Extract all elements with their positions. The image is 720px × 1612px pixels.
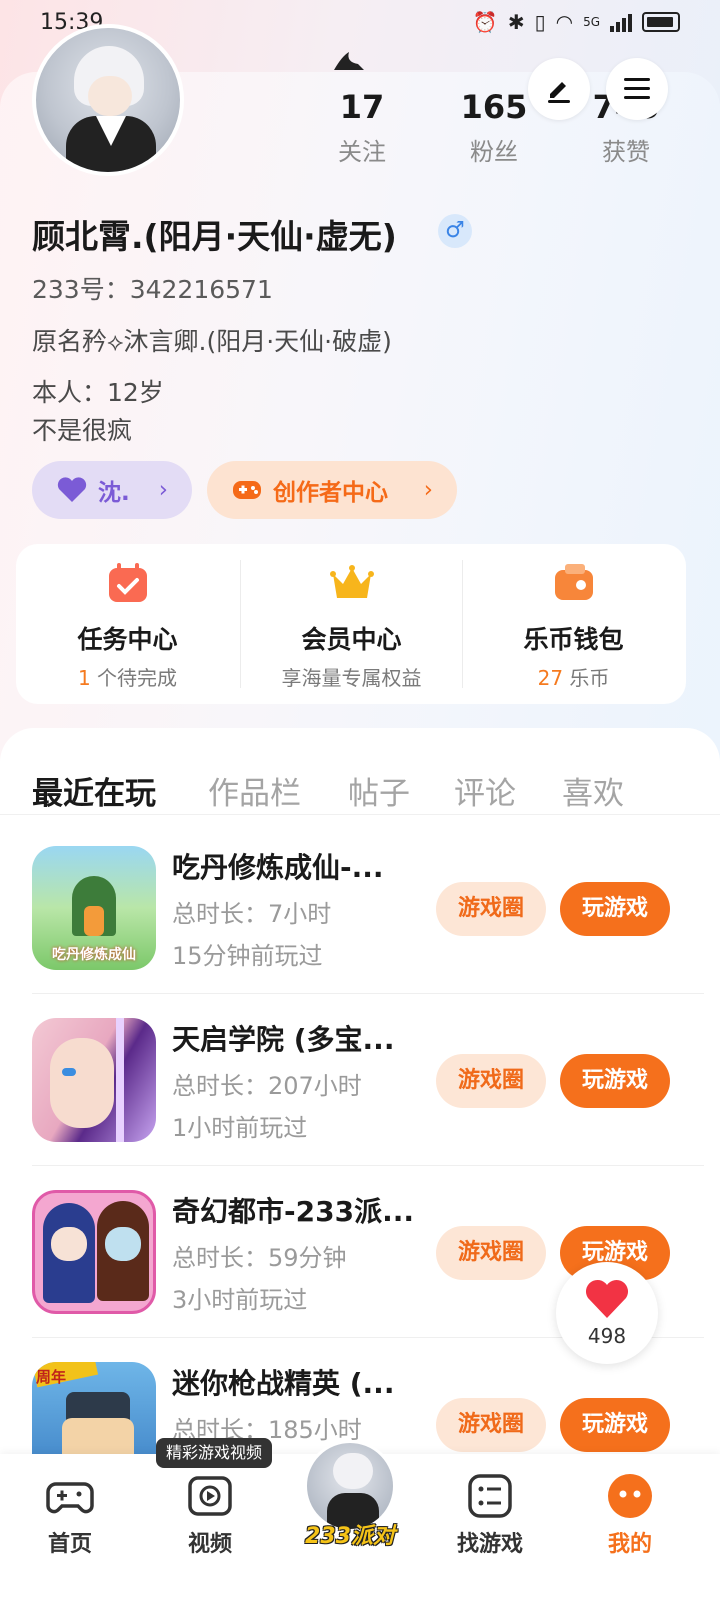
likes-label: 获赞 — [602, 138, 650, 166]
vip-center-subtitle: 享海量专属权益 — [281, 666, 422, 690]
tab-comments[interactable]: 评论 — [454, 768, 516, 813]
nav-me[interactable]: 我的 — [570, 1472, 690, 1558]
nav-home-label: 首页 — [47, 1532, 92, 1557]
alarm-icon: ⏰ — [472, 10, 498, 34]
gamepad-icon — [233, 481, 261, 499]
play-game-button[interactable]: 玩游戏 — [560, 1054, 670, 1108]
relationship-tag-label: 沈. — [98, 480, 130, 506]
wallet-icon — [554, 564, 593, 600]
game-circle-button[interactable]: 游戏圈 — [436, 882, 546, 936]
avatar[interactable] — [32, 24, 184, 176]
game-last-played: 3小时前玩过 — [172, 1286, 308, 1314]
me-face-icon — [608, 1474, 652, 1518]
task-center-button[interactable]: 任务中心 1 个待完成 — [16, 544, 239, 704]
game-icon[interactable]: 吃丹修炼成仙 — [32, 846, 156, 970]
menu-icon — [624, 78, 650, 99]
stat-following[interactable]: 17 关注 — [302, 88, 422, 167]
relationship-tag-button[interactable]: 沈. › — [32, 461, 192, 519]
heart-icon — [585, 1279, 629, 1318]
nav-home[interactable]: 首页 — [10, 1472, 130, 1558]
gamepad-icon — [46, 1482, 94, 1514]
game-title: 吃丹修炼成仙-... — [172, 851, 384, 884]
game-title: 奇幻都市-233派... — [172, 1195, 414, 1228]
tab-posts[interactable]: 帖子 — [348, 768, 410, 813]
crown-icon — [329, 565, 374, 598]
services-card: 任务中心 1 个待完成 会员中心 享海量专属权益 乐币钱包 27 乐币 — [16, 544, 686, 704]
nav-find-games[interactable]: 找游戏 — [430, 1472, 550, 1558]
game-duration: 总时长：207小时 — [172, 1072, 362, 1100]
profile-tabs: 最近在玩 作品栏 帖子 评论 喜欢 — [0, 768, 720, 854]
tab-recently-played[interactable]: 最近在玩 — [32, 768, 156, 813]
list-icon — [468, 1474, 512, 1518]
task-center-subtitle: 1 个待完成 — [77, 666, 178, 690]
like-float-button[interactable]: 498 — [556, 1262, 658, 1364]
game-row[interactable]: 天启学院 (多宝... 总时长：207小时 1小时前玩过 游戏圈 玩游戏 — [0, 994, 720, 1166]
game-icon[interactable] — [32, 1018, 156, 1142]
divider — [0, 814, 720, 815]
tab-likes[interactable]: 喜欢 — [562, 768, 624, 813]
bio-line-2: 本人：12岁 — [32, 378, 164, 407]
chevron-right-icon: › — [423, 477, 433, 503]
wallet-button[interactable]: 乐币钱包 27 乐币 — [462, 544, 685, 704]
user-id[interactable]: 233号：342216571 — [32, 270, 273, 306]
game-duration: 总时长：59分钟 — [172, 1244, 347, 1272]
game-row[interactable]: 吃丹修炼成仙 吃丹修炼成仙-... 总时长：7小时 15分钟前玩过 游戏圈 玩游… — [0, 822, 720, 994]
video-play-icon — [188, 1476, 232, 1516]
edit-icon — [548, 82, 570, 103]
peak-icon — [334, 52, 364, 70]
following-label: 关注 — [338, 138, 386, 166]
game-last-played: 15分钟前玩过 — [172, 942, 323, 970]
nav-video[interactable]: 视频 — [150, 1472, 270, 1558]
tab-works[interactable]: 作品栏 — [208, 768, 301, 813]
creator-center-button[interactable]: 创作者中心 › — [207, 461, 457, 519]
video-tooltip: 精彩游戏视频 — [156, 1438, 273, 1468]
game-circle-button[interactable]: 游戏圈 — [436, 1398, 546, 1452]
bluetooth-icon: ✱ — [507, 10, 525, 34]
followers-label: 粉丝 — [470, 138, 518, 166]
wifi-icon: ◠ — [555, 10, 574, 34]
edit-profile-button[interactable] — [528, 58, 590, 120]
status-icons: ⏰ ✱ ▯ ◠ 5G — [473, 10, 680, 34]
battery-icon — [642, 12, 680, 32]
bio-line-1: 原名矜⟡沐言卿.(阳月·天仙·破虚) — [32, 327, 392, 356]
nav-find-games-label: 找游戏 — [456, 1532, 523, 1557]
vibrate-icon: ▯ — [534, 10, 546, 34]
play-game-button[interactable]: 玩游戏 — [560, 1398, 670, 1452]
game-duration: 总时长：7小时 — [172, 900, 332, 928]
menu-button[interactable] — [606, 58, 668, 120]
following-count: 17 — [339, 88, 385, 126]
task-center-title: 任务中心 — [77, 625, 178, 654]
creator-center-label: 创作者中心 — [273, 480, 388, 506]
nickname: 顾北霄.(阳月·天仙·虚无) — [32, 217, 397, 256]
signal-icon — [610, 12, 632, 32]
heart-icon — [57, 477, 87, 502]
network-label: 5G — [583, 15, 600, 29]
like-count: 498 — [587, 1324, 627, 1348]
gender-male-icon: ♂ — [438, 214, 472, 248]
nav-video-label: 视频 — [187, 1532, 232, 1557]
party-label[interactable]: 233派对 — [300, 1518, 400, 1550]
nav-me-label: 我的 — [607, 1532, 652, 1557]
game-title: 天启学院 (多宝... — [172, 1023, 395, 1056]
vip-center-button[interactable]: 会员中心 享海量专属权益 — [240, 544, 463, 704]
game-circle-button[interactable]: 游戏圈 — [436, 1226, 546, 1280]
bio-line-3: 不是很疯 — [32, 416, 133, 445]
game-title: 迷你枪战精英 (... — [172, 1367, 395, 1400]
calendar-check-icon — [108, 563, 147, 602]
vip-center-title: 会员中心 — [301, 625, 402, 654]
wallet-title: 乐币钱包 — [523, 625, 624, 654]
chevron-right-icon: › — [158, 477, 168, 503]
play-game-button[interactable]: 玩游戏 — [560, 882, 670, 936]
game-icon[interactable] — [32, 1190, 156, 1314]
game-circle-button[interactable]: 游戏圈 — [436, 1054, 546, 1108]
game-last-played: 1小时前玩过 — [172, 1114, 308, 1142]
bio: 本人：12岁 不是很疯 — [32, 374, 164, 450]
wallet-subtitle: 27 乐币 — [537, 666, 610, 690]
